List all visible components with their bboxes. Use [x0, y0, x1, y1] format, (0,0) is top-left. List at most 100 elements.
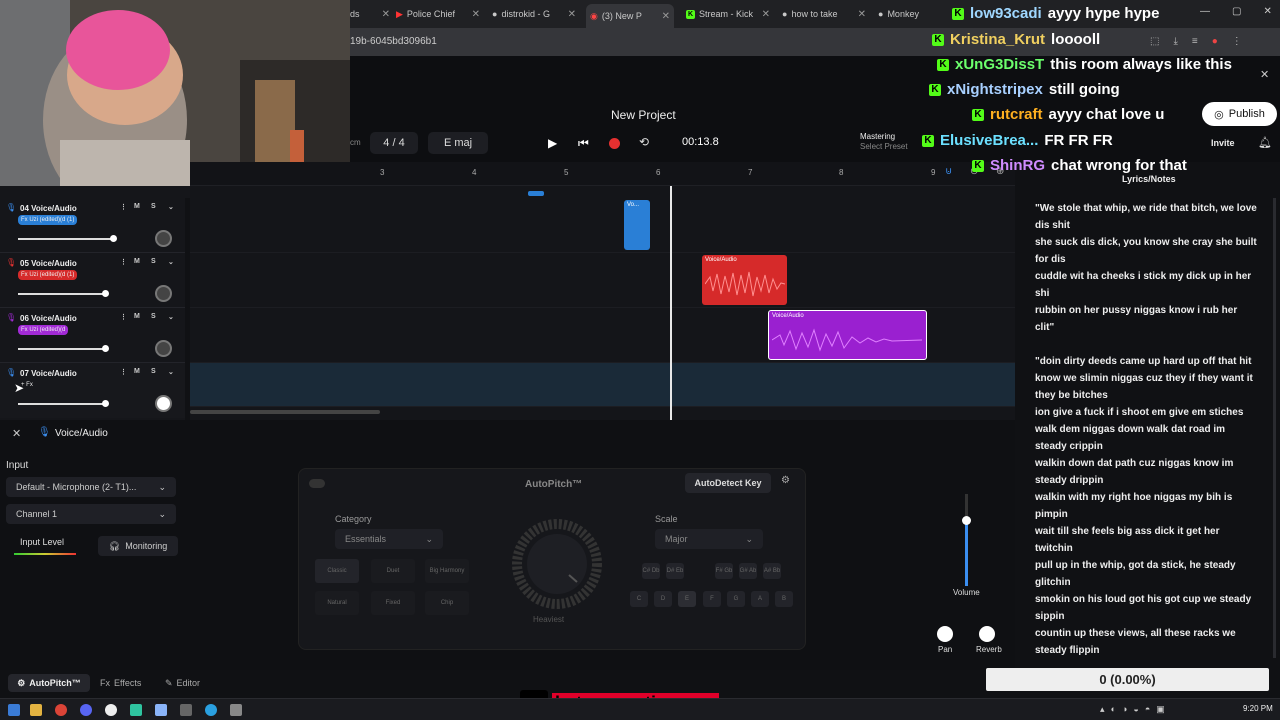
maximize-icon[interactable]: ▢: [1232, 6, 1241, 17]
volume-slider[interactable]: [18, 290, 109, 297]
close-icon[interactable]: ✕: [568, 9, 576, 20]
chevron-down-icon[interactable]: ⌄: [168, 368, 174, 376]
slider-handle[interactable]: [102, 345, 109, 352]
publish-button[interactable]: ◎ Publish: [1202, 102, 1277, 126]
address-bar[interactable]: 19b-6045bd3096b1 ⬚ ⤓ ≡ ● ⋮: [350, 28, 1280, 56]
tab-effects[interactable]: Fx Effects: [100, 678, 141, 688]
app-icon[interactable]: [205, 704, 217, 716]
track-header-selected[interactable]: 🎙︎ 07 Voice/Audio ⋮ M S ⌄ + Fx ➤: [0, 363, 185, 418]
monitoring-button[interactable]: 🎧︎ Monitoring: [98, 536, 178, 556]
solo-button[interactable]: S: [151, 313, 156, 320]
pan-knob[interactable]: [937, 626, 953, 642]
preset-classic[interactable]: Classic: [315, 559, 359, 583]
horizontal-scrollbar[interactable]: [190, 410, 380, 414]
key-cell-selected[interactable]: E: [678, 591, 696, 607]
volume-slider[interactable]: [18, 400, 109, 407]
autodetect-key-button[interactable]: AutoDetect Key: [685, 473, 771, 493]
solo-button[interactable]: S: [151, 203, 156, 210]
preset-duet[interactable]: Duet: [371, 559, 415, 583]
lane-selected[interactable]: [190, 363, 1015, 407]
browser-tab[interactable]: ● Monkey: [878, 4, 948, 24]
app-icon[interactable]: [130, 704, 142, 716]
more-icon[interactable]: ⋮: [120, 258, 127, 266]
slider-handle[interactable]: [102, 290, 109, 297]
fx-chip[interactable]: Fx Uzi (edited)(d (1): [18, 215, 78, 225]
volume-slider[interactable]: [18, 345, 109, 352]
start-icon[interactable]: [8, 704, 20, 716]
key-cell[interactable]: C# Db: [642, 563, 660, 579]
close-icon[interactable]: ✕: [858, 9, 866, 20]
browser-tab[interactable]: ● how to take ✕: [782, 4, 866, 24]
file-explorer-icon[interactable]: [30, 704, 42, 716]
track-header[interactable]: 🎙︎ 04 Voice/Audio ⋮ M S ⌄ Fx Uzi (edited…: [0, 198, 185, 253]
close-icon[interactable]: ✕: [662, 11, 670, 22]
settings-sliders-icon[interactable]: ⚙︎: [781, 475, 790, 486]
reverb-knob[interactable]: [979, 626, 995, 642]
pan-knob[interactable]: [155, 230, 172, 247]
more-icon[interactable]: ⋮: [1232, 36, 1242, 47]
key-selector[interactable]: E maj: [428, 132, 488, 154]
audio-clip-selected[interactable]: Voice/Audio: [768, 310, 927, 360]
project-name[interactable]: New Project: [611, 108, 676, 122]
app-icon[interactable]: [155, 704, 167, 716]
key-cell[interactable]: B: [775, 591, 793, 607]
notification-bell-icon[interactable]: 🔔︎: [1258, 136, 1272, 149]
preset-big-harmony[interactable]: Big Harmony: [425, 559, 469, 583]
mastering-selector[interactable]: Mastering Select Preset: [860, 132, 908, 152]
audio-clip[interactable]: Voice/Audio: [702, 255, 787, 305]
chrome-icon[interactable]: [55, 704, 67, 716]
solo-button[interactable]: S: [151, 368, 156, 375]
app-icon[interactable]: [180, 704, 192, 716]
mute-button[interactable]: M: [134, 203, 140, 210]
chevron-down-icon[interactable]: ⌄: [168, 203, 174, 211]
system-tray-icons[interactable]: ▴◐◑◒◓▣: [1100, 704, 1171, 715]
key-cell[interactable]: G# Ab: [739, 563, 757, 579]
key-cell[interactable]: A# Bb: [763, 563, 781, 579]
invite-button[interactable]: Invite: [1211, 138, 1235, 148]
lyrics-scrollbar[interactable]: [1273, 198, 1276, 658]
volume-fader-handle[interactable]: [962, 516, 971, 525]
slider-handle[interactable]: [110, 235, 117, 242]
loop-icon[interactable]: ⟲: [639, 135, 649, 149]
category-dropdown[interactable]: Essentials ⌄: [335, 529, 443, 549]
close-icon[interactable]: ✕: [762, 9, 770, 20]
menu-icon[interactable]: ≡: [1192, 36, 1198, 47]
pan-knob[interactable]: [155, 285, 172, 302]
key-cell[interactable]: G: [727, 591, 745, 607]
browser-tab[interactable]: ● distrokid - G ✕: [492, 4, 576, 24]
fx-chip[interactable]: Fx Uzi (edited)(d (1): [18, 270, 78, 280]
volume-slider[interactable]: [18, 235, 117, 242]
heaviness-knob[interactable]: [499, 519, 615, 609]
settings-icon[interactable]: [230, 704, 242, 716]
snap-icon[interactable]: ⊍: [945, 166, 952, 177]
preset-fixed[interactable]: Fixed: [371, 591, 415, 615]
close-icon[interactable]: ✕: [472, 9, 480, 20]
mute-button[interactable]: M: [134, 368, 140, 375]
key-cell[interactable]: D: [654, 591, 672, 607]
scale-dropdown[interactable]: Major ⌄: [655, 529, 763, 549]
mute-button[interactable]: M: [134, 313, 140, 320]
obs-icon[interactable]: [105, 704, 117, 716]
more-icon[interactable]: ⋮: [120, 313, 127, 321]
track-header[interactable]: 🎙︎ 05 Voice/Audio ⋮ M S ⌄ Fx Uzi (edited…: [0, 253, 185, 308]
download-icon[interactable]: ⤓: [1173, 36, 1177, 47]
fx-chip[interactable]: Fx Uzi (edited)(d: [18, 325, 69, 335]
close-icon[interactable]: ✕: [1260, 68, 1269, 81]
time-signature[interactable]: 4 / 4: [370, 132, 418, 154]
record-icon[interactable]: [609, 138, 620, 149]
preset-chip[interactable]: Chip: [425, 591, 469, 615]
track-header[interactable]: 🎙︎ 06 Voice/Audio ⋮ M S ⌄ Fx Uzi (edited…: [0, 308, 185, 363]
skip-back-icon[interactable]: ⏮: [578, 136, 589, 151]
key-cell[interactable]: A: [751, 591, 769, 607]
browser-tab[interactable]: K Stream - Kick ✕: [686, 4, 770, 24]
channel-dropdown[interactable]: Channel 1 ⌄: [6, 504, 176, 524]
browser-tab[interactable]: ds ✕: [350, 4, 390, 24]
discord-icon[interactable]: [80, 704, 92, 716]
timeline-lanes[interactable]: Vo... Voice/Audio Voice/Audio: [190, 186, 1015, 420]
browser-tab[interactable]: ▶ Police Chief ✕: [396, 4, 480, 24]
playhead[interactable]: [670, 186, 672, 420]
chevron-down-icon[interactable]: ⌄: [168, 313, 174, 321]
tab-editor[interactable]: ✎ Editor: [165, 678, 200, 689]
close-window-icon[interactable]: ✕: [1263, 6, 1271, 17]
key-cell[interactable]: C: [630, 591, 648, 607]
